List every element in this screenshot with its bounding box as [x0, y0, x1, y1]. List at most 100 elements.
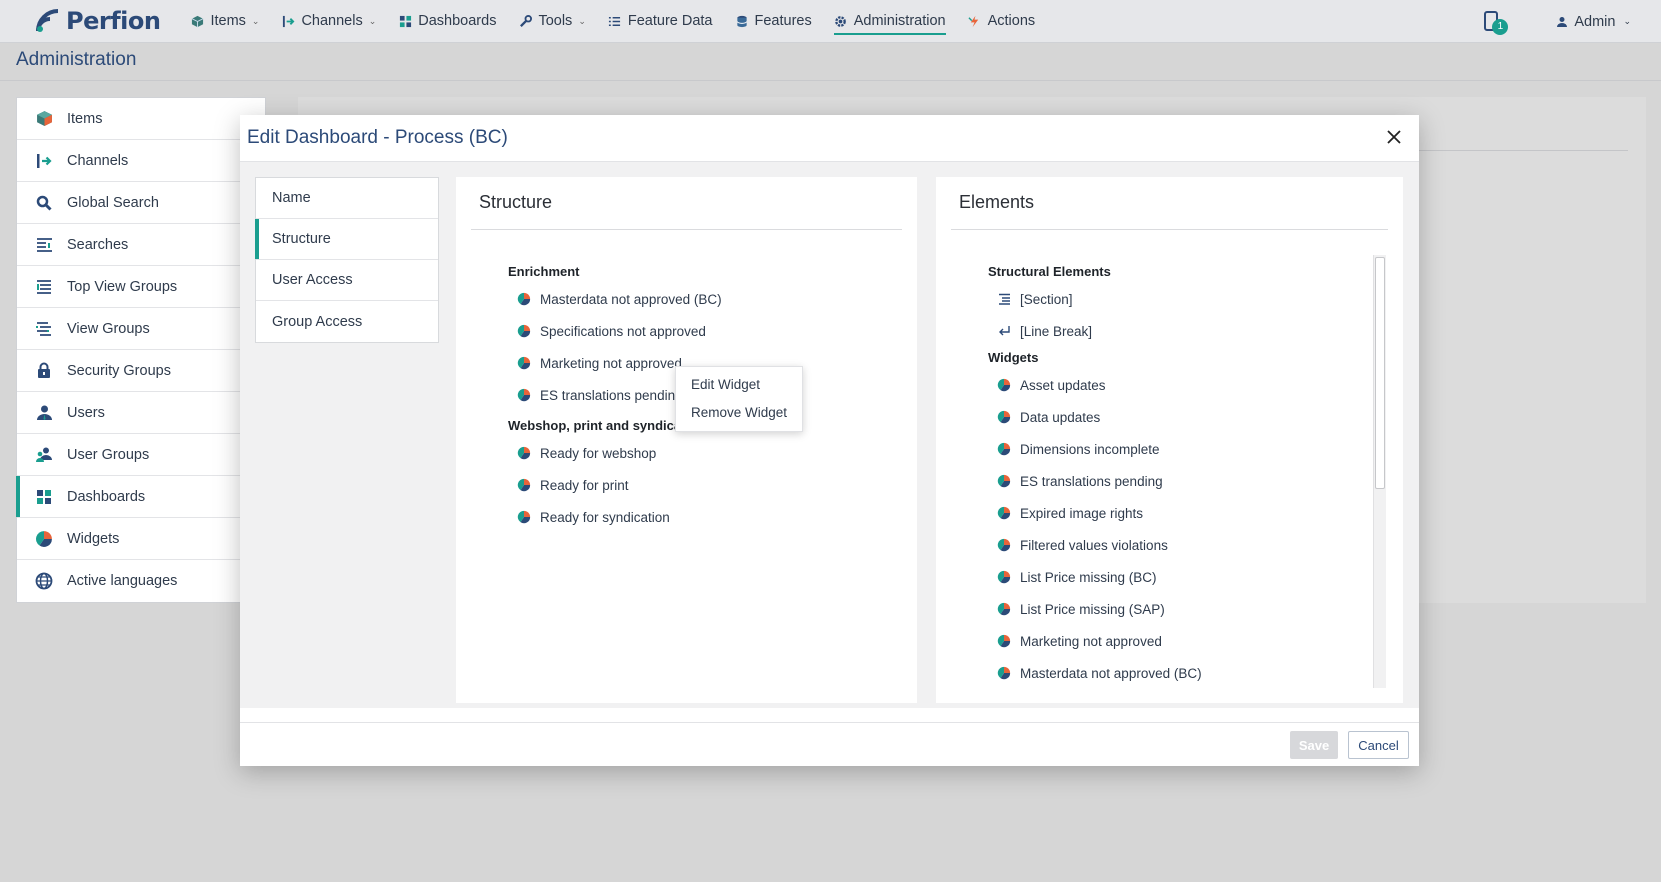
structure-widget-item[interactable]: Ready for print: [508, 469, 722, 501]
section-label[interactable]: Enrichment: [508, 261, 722, 283]
remove-widget-menu-item[interactable]: Remove Widget: [676, 399, 802, 427]
elements-scrollbar[interactable]: [1373, 255, 1386, 688]
view-groups-icon: [34, 319, 54, 339]
brand-logo[interactable]: Perfion: [34, 0, 161, 43]
sidebar-item-label: Channels: [67, 152, 129, 169]
page-title: Administration: [16, 49, 137, 70]
elements-panel: Elements Structural Elements [Section] […: [936, 177, 1403, 703]
structural-element-item[interactable]: [Line Break]: [988, 315, 1388, 347]
pie-chart-icon: [34, 529, 54, 549]
nav-label: Administration: [853, 13, 946, 29]
main-menu: Items ⌄ Channels ⌄ Dashboards Tools ⌄ Featu…: [190, 0, 1057, 43]
dialog-header: Edit Dashboard - Process (BC): [240, 115, 1419, 162]
pie-chart-icon: [517, 388, 531, 402]
widget-element-item[interactable]: Data updates: [988, 401, 1388, 433]
nav-dashboards[interactable]: Dashboards: [398, 0, 496, 43]
divider: [951, 229, 1388, 230]
structural-element-item[interactable]: [Section]: [988, 283, 1388, 315]
structure-panel: Structure Enrichment Masterdata not appr…: [456, 177, 917, 703]
widget-label: List Price missing (BC): [1020, 569, 1157, 585]
nav-label: Channels: [301, 13, 363, 29]
sidebar-item-dashboards[interactable]: Dashboards: [16, 476, 265, 518]
lock-icon: [34, 361, 54, 381]
gear-icon: [834, 14, 848, 28]
dashboard-icon: [34, 487, 54, 507]
nav-channels[interactable]: Channels ⌄: [281, 0, 376, 43]
sidebar-item-channels[interactable]: Channels: [17, 140, 265, 182]
widget-label: List Price missing (SAP): [1020, 601, 1165, 617]
user-menu[interactable]: Admin ⌄: [1556, 14, 1631, 30]
notifications-button[interactable]: 1: [1482, 7, 1509, 37]
widget-label: Ready for webshop: [540, 445, 657, 461]
widget-element-item[interactable]: Filtered values violations: [988, 529, 1388, 561]
scrollbar-thumb[interactable]: [1375, 257, 1385, 489]
sidebar-item-widgets[interactable]: Widgets: [17, 518, 265, 560]
chevron-down-icon: ⌄: [251, 15, 260, 26]
widget-element-item[interactable]: Marketing not approved: [988, 625, 1388, 657]
sidebar-item-active-languages[interactable]: Active languages: [17, 560, 265, 602]
sidebar-item-view-groups[interactable]: View Groups: [17, 308, 265, 350]
dialog-body: Name Structure User Access Group Access …: [240, 162, 1419, 708]
cube-icon: [190, 14, 204, 28]
edit-widget-menu-item[interactable]: Edit Widget: [676, 371, 802, 399]
nav-feature-data[interactable]: Feature Data: [608, 0, 713, 43]
user-icon: [1557, 16, 1568, 27]
sidebar-item-label: Top View Groups: [67, 278, 178, 295]
widget-label: Ready for print: [540, 477, 629, 493]
sidebar-item-items[interactable]: Items: [17, 98, 265, 140]
sidebar-item-users[interactable]: Users: [17, 392, 265, 434]
widget-element-item[interactable]: Asset updates: [988, 369, 1388, 401]
notification-badge: 1: [1492, 18, 1509, 35]
dialog-title: Edit Dashboard - Process (BC): [247, 127, 508, 148]
widget-element-item[interactable]: Dimensions incomplete: [988, 433, 1388, 465]
sidebar-item-security-groups[interactable]: Security Groups: [17, 350, 265, 392]
tab-user-access[interactable]: User Access: [256, 260, 438, 301]
nav-items[interactable]: Items ⌄: [190, 0, 259, 43]
nav-features[interactable]: Features: [735, 0, 812, 43]
widget-label: Filtered values violations: [1020, 537, 1168, 553]
structure-widget-item[interactable]: Ready for syndication: [508, 501, 722, 533]
widget-element-item[interactable]: List Price missing (BC): [988, 561, 1388, 593]
sidebar-item-user-groups[interactable]: User Groups: [17, 434, 265, 476]
chevron-down-icon: ⌄: [1623, 16, 1631, 26]
widget-element-item[interactable]: ES translations pending: [988, 465, 1388, 497]
structure-widget-item[interactable]: Masterdata not approved (BC): [508, 283, 722, 315]
sidebar-item-top-view-groups[interactable]: Top View Groups: [17, 266, 265, 308]
sidebar-item-global-search[interactable]: Global Search: [17, 182, 265, 224]
sidebar-item-label: Users: [67, 404, 105, 421]
cube-icon: [34, 109, 54, 129]
structure-widget-item[interactable]: Specifications not approved: [508, 315, 722, 347]
database-icon: [735, 14, 749, 28]
tab-group-access[interactable]: Group Access: [256, 301, 438, 342]
channel-icon: [281, 14, 295, 28]
searches-icon: [34, 235, 54, 255]
pie-chart-icon: [517, 446, 531, 460]
widget-element-item[interactable]: Expired image rights: [988, 497, 1388, 529]
nav-tools[interactable]: Tools ⌄: [518, 0, 586, 43]
nav-administration[interactable]: Administration: [833, 0, 946, 43]
nav-actions[interactable]: Actions: [968, 0, 1035, 43]
save-button[interactable]: Save: [1290, 731, 1338, 759]
pie-chart-icon: [997, 538, 1011, 552]
sidebar-item-searches[interactable]: Searches: [17, 224, 265, 266]
sidebar-item-label: Items: [67, 110, 103, 127]
widget-context-menu: Edit Widget Remove Widget: [675, 366, 803, 432]
pie-chart-icon: [997, 378, 1011, 392]
close-button[interactable]: [1383, 126, 1405, 148]
pie-chart-icon: [517, 510, 531, 524]
pie-chart-icon: [997, 442, 1011, 456]
tab-name[interactable]: Name: [256, 178, 438, 219]
cancel-button[interactable]: Cancel: [1348, 731, 1409, 759]
sidebar-item-label: User Groups: [67, 446, 150, 463]
structure-widget-item[interactable]: Ready for webshop: [508, 437, 722, 469]
elements-list[interactable]: Structural Elements [Section] [Line Brea…: [988, 261, 1388, 691]
widget-element-item[interactable]: List Price missing (SAP): [988, 593, 1388, 625]
widget-element-item[interactable]: Masterdata not approved (BC): [988, 657, 1388, 689]
tab-structure[interactable]: Structure: [255, 219, 438, 260]
widget-label: Dimensions incomplete: [1020, 441, 1160, 457]
globe-icon: [34, 571, 54, 591]
section-icon: [997, 292, 1011, 306]
pie-chart-icon: [517, 324, 531, 338]
user-label: Admin: [1574, 13, 1616, 30]
elements-title: Elements: [959, 192, 1035, 212]
